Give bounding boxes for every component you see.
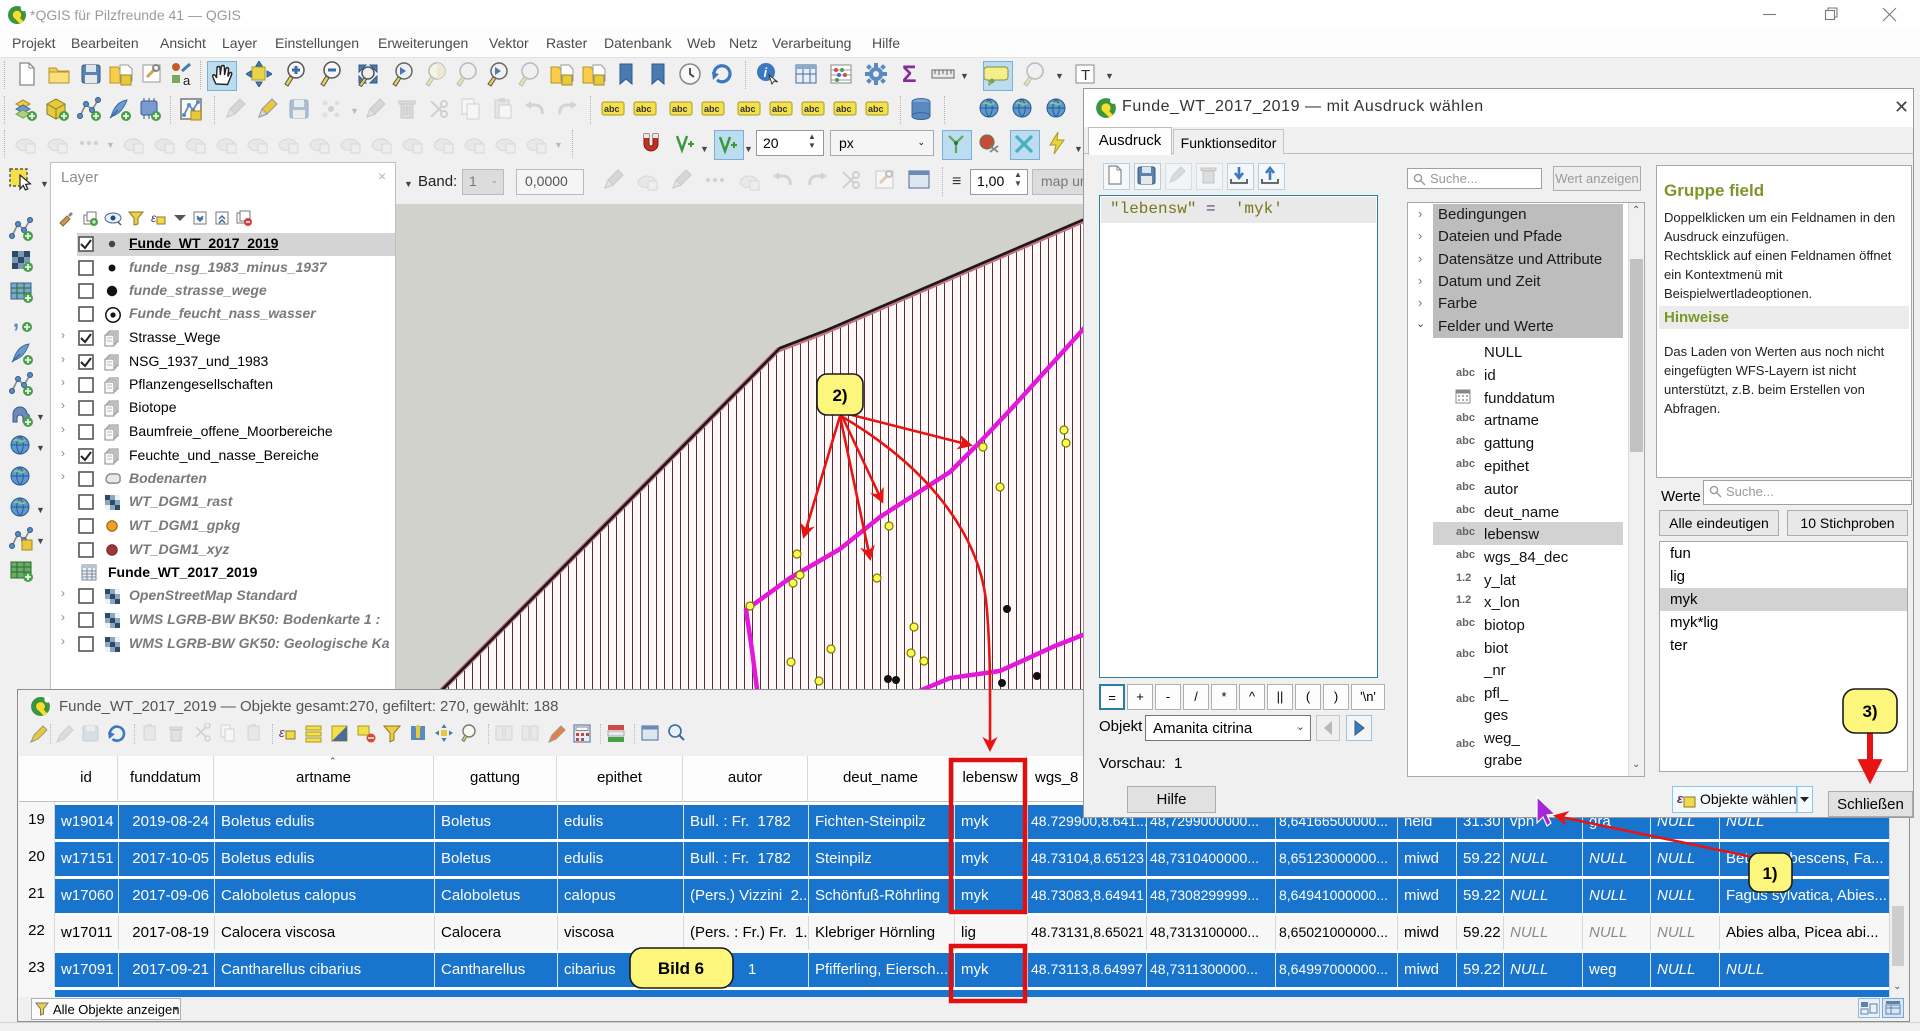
- svg-text:3): 3): [1862, 702, 1877, 721]
- svg-text:Bild 6: Bild 6: [658, 959, 704, 978]
- svg-text:1): 1): [1762, 864, 1777, 883]
- svg-text:2): 2): [832, 386, 847, 405]
